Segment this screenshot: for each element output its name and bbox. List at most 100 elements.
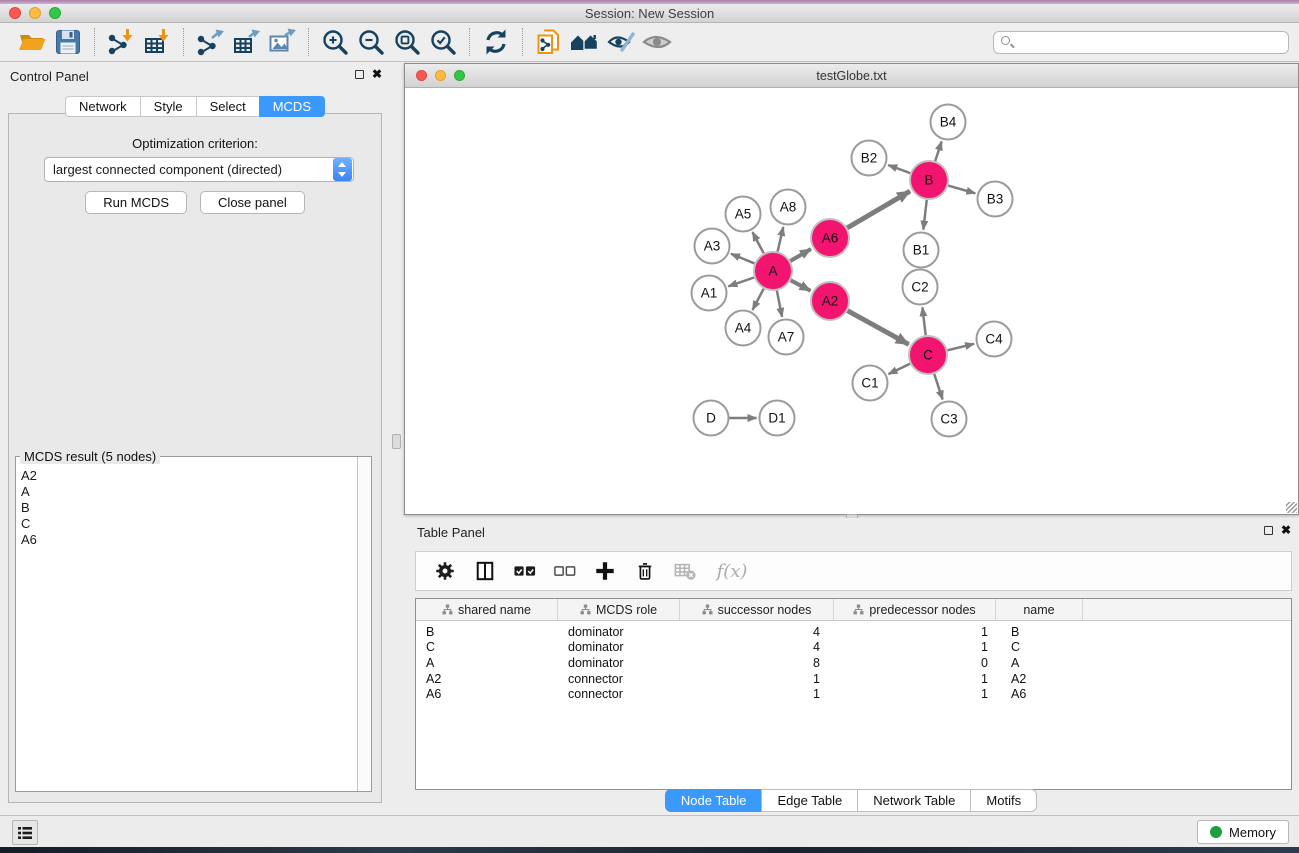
graph-node-C4[interactable]: C4: [977, 322, 1012, 357]
table-cell[interactable]: A2: [416, 672, 558, 686]
table-cell[interactable]: dominator: [558, 656, 680, 670]
close-panel-icon[interactable]: ✖: [372, 69, 382, 80]
graph-node-C1[interactable]: C1: [853, 366, 888, 401]
close-window-button[interactable]: [9, 7, 21, 19]
zoom-window-button[interactable]: [49, 7, 61, 19]
table-cell[interactable]: 1: [834, 640, 996, 654]
search-input[interactable]: [993, 31, 1289, 54]
table-cell[interactable]: A6: [996, 687, 1083, 701]
delete-column-button[interactable]: [632, 558, 658, 584]
graph-node-C3[interactable]: C3: [932, 402, 967, 437]
graph-node-A5[interactable]: A5: [726, 197, 761, 232]
close-table-panel-icon[interactable]: ✖: [1281, 525, 1291, 536]
table-cell[interactable]: 4: [680, 640, 834, 654]
table-cell[interactable]: C: [416, 640, 558, 654]
column-header-name[interactable]: name: [996, 599, 1083, 620]
table-cell[interactable]: A: [996, 656, 1083, 670]
graph-edge-B-B4[interactable]: [935, 141, 941, 161]
network-minimize-button[interactable]: [435, 70, 446, 81]
network-zoom-button[interactable]: [454, 70, 465, 81]
float-panel-icon[interactable]: [355, 70, 364, 79]
function-builder-button[interactable]: f(x): [712, 558, 752, 584]
task-history-button[interactable]: [12, 820, 38, 845]
table-row[interactable]: Adominator80A: [416, 655, 1291, 671]
table-cell[interactable]: C: [996, 640, 1083, 654]
network-canvas[interactable]: AA1A2A3A4A5A6A7A8BB1B2B3B4CC1C2C3C4DD1: [405, 89, 1298, 514]
graph-edge-A-A8[interactable]: [778, 227, 784, 252]
mcds-result-list[interactable]: A2ABCA6: [16, 457, 357, 791]
network-close-button[interactable]: [416, 70, 427, 81]
table-cell[interactable]: 1: [834, 625, 996, 639]
minimize-window-button[interactable]: [29, 7, 41, 19]
graph-edge-C-C4[interactable]: [947, 344, 974, 350]
window-resize-grip[interactable]: [1286, 502, 1297, 513]
create-column-button[interactable]: [592, 558, 618, 584]
export-network-button[interactable]: [192, 25, 228, 59]
export-table-button[interactable]: [228, 25, 264, 59]
table-cell[interactable]: B: [996, 625, 1083, 639]
criterion-dropdown[interactable]: largest connected component (directed): [44, 157, 354, 182]
network-window-titlebar[interactable]: testGlobe.txt: [405, 64, 1298, 88]
table-cell[interactable]: A2: [996, 672, 1083, 686]
import-table-button[interactable]: [139, 25, 175, 59]
network-view-window[interactable]: testGlobe.txt: [404, 63, 1299, 515]
column-header-shared-name[interactable]: shared name: [416, 599, 558, 620]
tab-node-table[interactable]: Node Table: [665, 789, 763, 812]
table-row[interactable]: Cdominator41C: [416, 640, 1291, 656]
save-session-button[interactable]: [50, 25, 86, 59]
table-row[interactable]: A2connector11A2: [416, 671, 1291, 687]
hide-details-button[interactable]: [603, 25, 639, 59]
run-mcds-button[interactable]: Run MCDS: [85, 191, 187, 214]
tab-mcds[interactable]: MCDS: [259, 96, 325, 117]
table-cell[interactable]: dominator: [558, 640, 680, 654]
table-settings-button[interactable]: [432, 558, 458, 584]
graph-edge-A6-B[interactable]: [847, 191, 910, 228]
table-row[interactable]: A6connector11A6: [416, 686, 1291, 702]
graph-edge-B-B3[interactable]: [948, 186, 975, 194]
table-cell[interactable]: 1: [680, 687, 834, 701]
table-cell[interactable]: dominator: [558, 625, 680, 639]
home-button[interactable]: [567, 25, 603, 59]
graph-node-B4[interactable]: B4: [931, 105, 966, 140]
tab-style[interactable]: Style: [140, 96, 197, 117]
table-cell[interactable]: 1: [834, 672, 996, 686]
table-cell[interactable]: connector: [558, 687, 680, 701]
column-header-successor-nodes[interactable]: successor nodes: [680, 599, 834, 620]
column-selector-button[interactable]: [472, 558, 498, 584]
table-cell[interactable]: 1: [680, 672, 834, 686]
graph-edge-A-A2[interactable]: [791, 280, 811, 290]
graph-edge-B-B2[interactable]: [888, 165, 910, 173]
graph-edge-C-C1[interactable]: [888, 364, 910, 374]
tab-select[interactable]: Select: [196, 96, 260, 117]
graph-edge-A2-C[interactable]: [848, 311, 909, 345]
mcds-result-item[interactable]: A6: [21, 532, 357, 548]
tab-network-table[interactable]: Network Table: [857, 789, 971, 812]
zoom-fit-button[interactable]: [389, 25, 425, 59]
divider-grip[interactable]: [392, 434, 401, 449]
graph-node-A[interactable]: A: [754, 252, 792, 290]
graph-edge-A-A7[interactable]: [777, 291, 782, 317]
graph-edge-A-A5[interactable]: [753, 232, 764, 253]
table-cell[interactable]: 1: [834, 687, 996, 701]
graph-node-B2[interactable]: B2: [852, 141, 887, 176]
graph-node-A1[interactable]: A1: [692, 276, 727, 311]
mcds-result-scrollbar[interactable]: [357, 457, 371, 791]
mcds-result-item[interactable]: C: [21, 516, 357, 532]
node-table[interactable]: shared nameMCDS rolesuccessor nodesprede…: [415, 598, 1292, 790]
column-header-predecessor-nodes[interactable]: predecessor nodes: [834, 599, 996, 620]
zoom-out-button[interactable]: [353, 25, 389, 59]
graph-edge-A-A1[interactable]: [728, 278, 754, 287]
refresh-layout-button[interactable]: [478, 25, 514, 59]
graph-node-A6[interactable]: A6: [811, 219, 849, 257]
table-cell[interactable]: connector: [558, 672, 680, 686]
graph-node-D[interactable]: D: [694, 401, 729, 436]
memory-button[interactable]: Memory: [1197, 820, 1289, 844]
graph-node-A7[interactable]: A7: [769, 320, 804, 355]
mcds-result-item[interactable]: A: [21, 484, 357, 500]
graph-node-B[interactable]: B: [910, 161, 948, 199]
mcds-result-item[interactable]: B: [21, 500, 357, 516]
network-canvas-svg[interactable]: AA1A2A3A4A5A6A7A8BB1B2B3B4CC1C2C3C4DD1: [405, 89, 1298, 514]
deselect-all-columns-button[interactable]: [552, 558, 578, 584]
select-all-columns-button[interactable]: [512, 558, 538, 584]
close-panel-button[interactable]: Close panel: [200, 191, 305, 214]
